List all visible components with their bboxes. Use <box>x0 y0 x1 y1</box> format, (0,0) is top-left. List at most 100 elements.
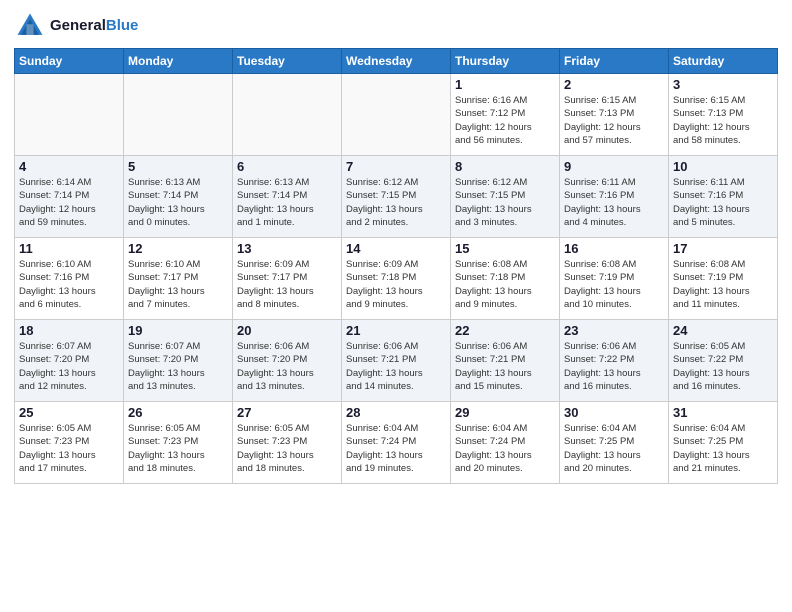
calendar-cell: 8 Sunrise: 6:12 AM Sunset: 7:15 PM Daylig… <box>451 156 560 238</box>
day-info: Sunrise: 6:14 AM Sunset: 7:14 PM Dayligh… <box>19 176 119 229</box>
col-header-tuesday: Tuesday <box>233 49 342 74</box>
day-info: Sunrise: 6:04 AM Sunset: 7:25 PM Dayligh… <box>673 422 773 475</box>
calendar-cell: 25 Sunrise: 6:05 AM Sunset: 7:23 PM Dayli… <box>15 402 124 484</box>
day-info: Sunrise: 6:05 AM Sunset: 7:22 PM Dayligh… <box>673 340 773 393</box>
day-number: 12 <box>128 241 228 256</box>
day-number: 21 <box>346 323 446 338</box>
header: GeneralBlue <box>14 10 778 42</box>
day-info: Sunrise: 6:07 AM Sunset: 7:20 PM Dayligh… <box>19 340 119 393</box>
day-info: Sunrise: 6:10 AM Sunset: 7:17 PM Dayligh… <box>128 258 228 311</box>
calendar: SundayMondayTuesdayWednesdayThursdayFrid… <box>14 48 778 484</box>
calendar-cell: 4 Sunrise: 6:14 AM Sunset: 7:14 PM Daylig… <box>15 156 124 238</box>
calendar-cell: 16 Sunrise: 6:08 AM Sunset: 7:19 PM Dayli… <box>560 238 669 320</box>
day-number: 28 <box>346 405 446 420</box>
col-header-saturday: Saturday <box>669 49 778 74</box>
calendar-cell: 15 Sunrise: 6:08 AM Sunset: 7:18 PM Dayli… <box>451 238 560 320</box>
calendar-week-1: 1Sunrise: 6:16 AM Sunset: 7:12 PM Daylig… <box>15 74 778 156</box>
calendar-cell: 21 Sunrise: 6:06 AM Sunset: 7:21 PM Dayli… <box>342 320 451 402</box>
day-number: 14 <box>346 241 446 256</box>
logo: GeneralBlue <box>14 10 138 42</box>
day-number: 29 <box>455 405 555 420</box>
day-info: Sunrise: 6:09 AM Sunset: 7:17 PM Dayligh… <box>237 258 337 311</box>
day-info: Sunrise: 6:06 AM Sunset: 7:20 PM Dayligh… <box>237 340 337 393</box>
day-number: 15 <box>455 241 555 256</box>
col-header-sunday: Sunday <box>15 49 124 74</box>
day-number: 9 <box>564 159 664 174</box>
day-number: 18 <box>19 323 119 338</box>
calendar-cell: 10 Sunrise: 6:11 AM Sunset: 7:16 PM Dayli… <box>669 156 778 238</box>
day-info: Sunrise: 6:08 AM Sunset: 7:19 PM Dayligh… <box>564 258 664 311</box>
day-info: Sunrise: 6:07 AM Sunset: 7:20 PM Dayligh… <box>128 340 228 393</box>
day-info: Sunrise: 6:08 AM Sunset: 7:18 PM Dayligh… <box>455 258 555 311</box>
calendar-cell <box>15 74 124 156</box>
calendar-cell: 26Sunrise: 6:05 AM Sunset: 7:23 PM Dayli… <box>124 402 233 484</box>
day-number: 1 <box>455 77 555 92</box>
calendar-week-5: 25 Sunrise: 6:05 AM Sunset: 7:23 PM Dayli… <box>15 402 778 484</box>
calendar-cell: 5 Sunrise: 6:13 AM Sunset: 7:14 PM Daylig… <box>124 156 233 238</box>
logo-text: GeneralBlue <box>50 17 138 35</box>
day-info: Sunrise: 6:13 AM Sunset: 7:14 PM Dayligh… <box>237 176 337 229</box>
calendar-cell: 14 Sunrise: 6:09 AM Sunset: 7:18 PM Dayli… <box>342 238 451 320</box>
calendar-cell: 11 Sunrise: 6:10 AM Sunset: 7:16 PM Dayli… <box>15 238 124 320</box>
calendar-cell: 1Sunrise: 6:16 AM Sunset: 7:12 PM Daylig… <box>451 74 560 156</box>
day-info: Sunrise: 6:06 AM Sunset: 7:22 PM Dayligh… <box>564 340 664 393</box>
calendar-header-row: SundayMondayTuesdayWednesdayThursdayFrid… <box>15 49 778 74</box>
calendar-cell: 9Sunrise: 6:11 AM Sunset: 7:16 PM Daylig… <box>560 156 669 238</box>
calendar-cell: 27 Sunrise: 6:05 AM Sunset: 7:23 PM Dayli… <box>233 402 342 484</box>
calendar-cell <box>342 74 451 156</box>
calendar-cell: 29 Sunrise: 6:04 AM Sunset: 7:24 PM Dayli… <box>451 402 560 484</box>
day-info: Sunrise: 6:12 AM Sunset: 7:15 PM Dayligh… <box>346 176 446 229</box>
day-info: Sunrise: 6:05 AM Sunset: 7:23 PM Dayligh… <box>237 422 337 475</box>
calendar-cell: 31Sunrise: 6:04 AM Sunset: 7:25 PM Dayli… <box>669 402 778 484</box>
calendar-cell: 22Sunrise: 6:06 AM Sunset: 7:21 PM Dayli… <box>451 320 560 402</box>
day-number: 13 <box>237 241 337 256</box>
col-header-wednesday: Wednesday <box>342 49 451 74</box>
day-number: 6 <box>237 159 337 174</box>
day-number: 2 <box>564 77 664 92</box>
day-number: 11 <box>19 241 119 256</box>
day-info: Sunrise: 6:09 AM Sunset: 7:18 PM Dayligh… <box>346 258 446 311</box>
calendar-week-3: 11 Sunrise: 6:10 AM Sunset: 7:16 PM Dayli… <box>15 238 778 320</box>
day-info: Sunrise: 6:12 AM Sunset: 7:15 PM Dayligh… <box>455 176 555 229</box>
calendar-cell: 3Sunrise: 6:15 AM Sunset: 7:13 PM Daylig… <box>669 74 778 156</box>
logo-icon <box>14 10 46 42</box>
calendar-cell <box>233 74 342 156</box>
calendar-cell <box>124 74 233 156</box>
day-info: Sunrise: 6:05 AM Sunset: 7:23 PM Dayligh… <box>19 422 119 475</box>
col-header-thursday: Thursday <box>451 49 560 74</box>
calendar-cell: 12 Sunrise: 6:10 AM Sunset: 7:17 PM Dayli… <box>124 238 233 320</box>
day-info: Sunrise: 6:04 AM Sunset: 7:25 PM Dayligh… <box>564 422 664 475</box>
day-number: 23 <box>564 323 664 338</box>
day-info: Sunrise: 6:15 AM Sunset: 7:13 PM Dayligh… <box>564 94 664 147</box>
day-info: Sunrise: 6:15 AM Sunset: 7:13 PM Dayligh… <box>673 94 773 147</box>
day-number: 17 <box>673 241 773 256</box>
page: GeneralBlue SundayMondayTuesdayWednesday… <box>0 0 792 612</box>
day-number: 26 <box>128 405 228 420</box>
day-info: Sunrise: 6:11 AM Sunset: 7:16 PM Dayligh… <box>673 176 773 229</box>
day-info: Sunrise: 6:04 AM Sunset: 7:24 PM Dayligh… <box>455 422 555 475</box>
day-number: 4 <box>19 159 119 174</box>
calendar-cell: 2 Sunrise: 6:15 AM Sunset: 7:13 PM Daylig… <box>560 74 669 156</box>
day-number: 8 <box>455 159 555 174</box>
calendar-cell: 17Sunrise: 6:08 AM Sunset: 7:19 PM Dayli… <box>669 238 778 320</box>
day-info: Sunrise: 6:10 AM Sunset: 7:16 PM Dayligh… <box>19 258 119 311</box>
day-number: 10 <box>673 159 773 174</box>
calendar-cell: 24Sunrise: 6:05 AM Sunset: 7:22 PM Dayli… <box>669 320 778 402</box>
day-number: 19 <box>128 323 228 338</box>
col-header-friday: Friday <box>560 49 669 74</box>
calendar-cell: 28 Sunrise: 6:04 AM Sunset: 7:24 PM Dayli… <box>342 402 451 484</box>
day-number: 30 <box>564 405 664 420</box>
day-number: 20 <box>237 323 337 338</box>
day-number: 16 <box>564 241 664 256</box>
day-number: 7 <box>346 159 446 174</box>
day-number: 27 <box>237 405 337 420</box>
day-info: Sunrise: 6:13 AM Sunset: 7:14 PM Dayligh… <box>128 176 228 229</box>
calendar-cell: 13 Sunrise: 6:09 AM Sunset: 7:17 PM Dayli… <box>233 238 342 320</box>
day-number: 25 <box>19 405 119 420</box>
day-info: Sunrise: 6:06 AM Sunset: 7:21 PM Dayligh… <box>346 340 446 393</box>
day-number: 5 <box>128 159 228 174</box>
calendar-cell: 30 Sunrise: 6:04 AM Sunset: 7:25 PM Dayli… <box>560 402 669 484</box>
calendar-cell: 18 Sunrise: 6:07 AM Sunset: 7:20 PM Dayli… <box>15 320 124 402</box>
day-info: Sunrise: 6:06 AM Sunset: 7:21 PM Dayligh… <box>455 340 555 393</box>
day-info: Sunrise: 6:04 AM Sunset: 7:24 PM Dayligh… <box>346 422 446 475</box>
